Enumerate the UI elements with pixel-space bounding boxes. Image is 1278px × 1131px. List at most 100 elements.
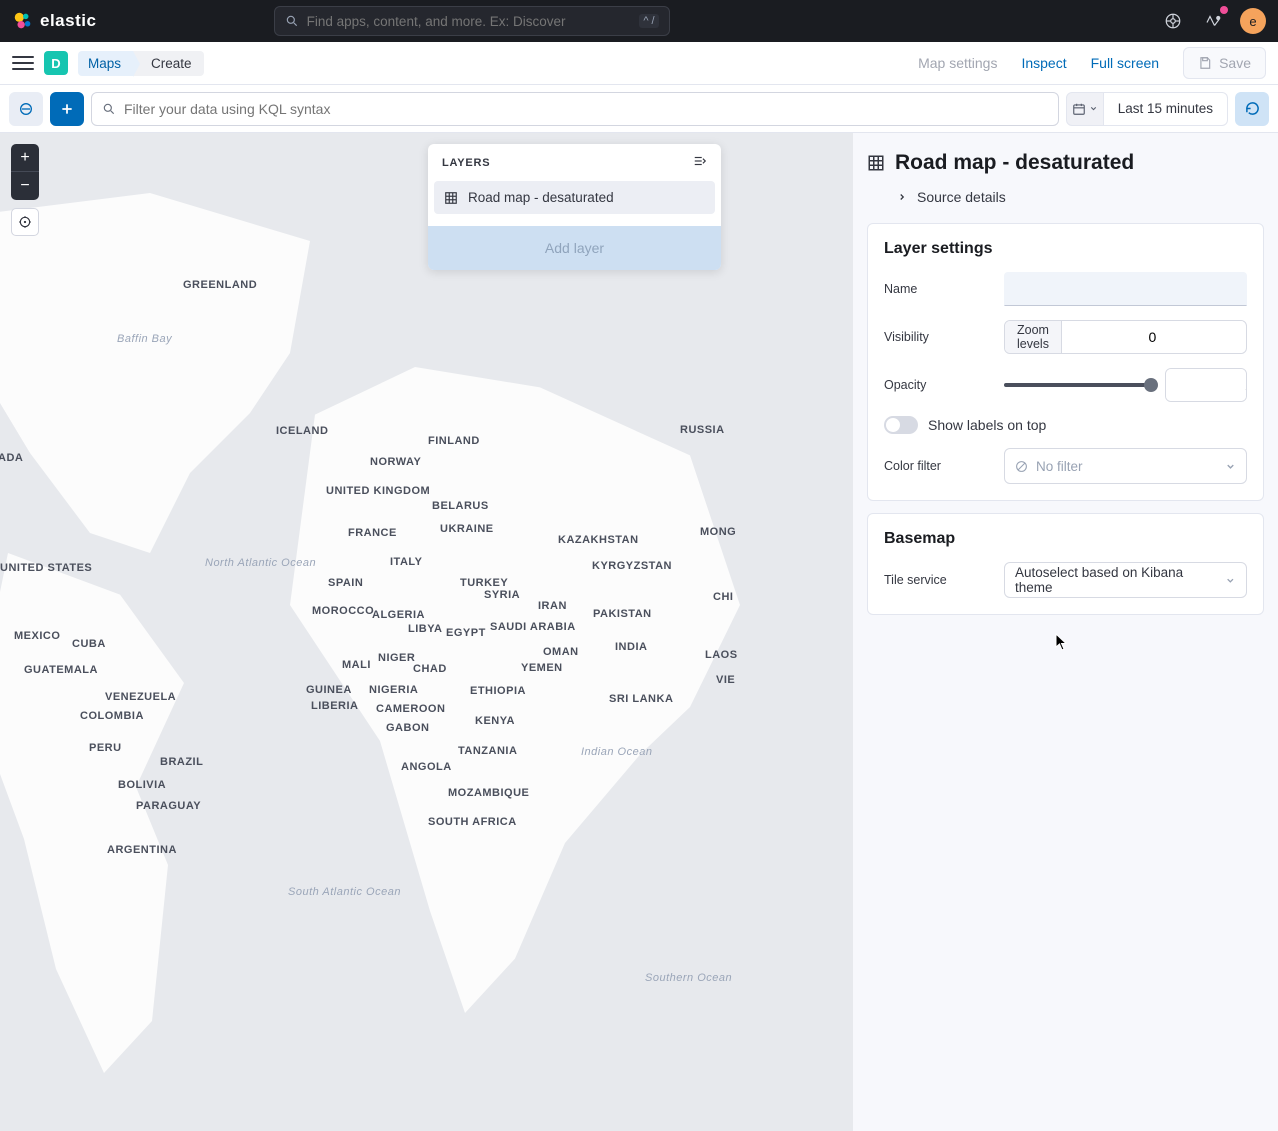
layer-item[interactable]: Road map - desaturated (434, 181, 715, 214)
opacity-input[interactable] (1166, 369, 1247, 401)
map-label: PAKISTAN (593, 608, 652, 621)
elastic-logo[interactable]: elastic (12, 10, 96, 32)
show-labels-toggle[interactable] (884, 416, 918, 434)
show-labels-row: Show labels on top (884, 416, 1247, 434)
show-labels-label: Show labels on top (928, 417, 1046, 433)
notification-dot (1220, 6, 1228, 14)
global-search-input[interactable] (307, 14, 632, 29)
refresh-button[interactable] (1235, 92, 1269, 126)
global-header: elastic ^ / e (0, 0, 1278, 42)
tile-service-row: Tile service Autoselect based on Kibana … (884, 562, 1247, 598)
zoom-min-input[interactable] (1062, 321, 1243, 353)
grid-icon (867, 154, 885, 172)
map-label: EGYPT (446, 627, 486, 640)
filter-menu-button[interactable] (9, 92, 43, 126)
map-label: RUSSIA (680, 424, 725, 437)
time-picker[interactable]: Last 15 minutes (1066, 92, 1228, 126)
map-label: North Atlantic Ocean (205, 557, 316, 570)
map-label: PARAGUAY (136, 800, 201, 813)
inspect-link[interactable]: Inspect (1021, 55, 1066, 71)
map-label: SAUDI ARABIA (490, 621, 576, 634)
zoom-in-button[interactable]: + (11, 144, 39, 172)
query-input-wrapper[interactable] (91, 92, 1059, 126)
opacity-slider[interactable] (1004, 383, 1155, 387)
layer-item-label: Road map - desaturated (468, 190, 614, 205)
help-icon[interactable] (1160, 8, 1186, 34)
global-search[interactable]: ^ / (274, 6, 670, 36)
map-label: SYRIA (484, 589, 520, 602)
name-row: Name (884, 272, 1247, 306)
map-label: Southern Ocean (645, 972, 732, 985)
chevron-down-icon (1225, 461, 1236, 472)
layers-panel-header: LAYERS (428, 144, 721, 181)
map-canvas[interactable]: GREENLAND Baffin Bay ADA ICELAND NORWAY … (0, 133, 853, 1131)
tile-service-value: Autoselect based on Kibana theme (1015, 565, 1217, 595)
map-label: UNITED KINGDOM (326, 485, 430, 498)
zoom-controls: + − (11, 144, 39, 236)
layers-panel-title: LAYERS (442, 157, 490, 169)
collapse-icon[interactable] (693, 154, 707, 171)
map-label: ALGERIA (372, 609, 425, 622)
map-label: FRANCE (348, 527, 397, 540)
user-avatar[interactable]: e (1240, 8, 1266, 34)
space-badge[interactable]: D (44, 51, 68, 75)
map-label: NIGERIA (369, 684, 418, 697)
map-label: KAZAKHSTAN (558, 534, 639, 547)
opacity-value-group: % (1165, 368, 1247, 402)
color-filter-select[interactable]: No filter (1004, 448, 1247, 484)
map-label: LIBERIA (311, 700, 359, 713)
save-button-label: Save (1219, 55, 1251, 71)
elastic-logo-icon (12, 10, 34, 32)
map-label: ETHIOPIA (470, 685, 526, 698)
map-label: MEXICO (14, 630, 60, 643)
basemap-card: Basemap Tile service Autoselect based on… (867, 513, 1264, 615)
search-icon (285, 14, 299, 28)
world-basemap: GREENLAND Baffin Bay ADA ICELAND NORWAY … (0, 133, 853, 1131)
map-label: Baffin Bay (117, 333, 172, 346)
map-label: CHI (713, 591, 733, 604)
full-screen-link[interactable]: Full screen (1091, 55, 1159, 71)
calendar-icon[interactable] (1066, 92, 1104, 126)
layer-name-input[interactable] (1004, 272, 1247, 306)
color-filter-label: Color filter (884, 459, 994, 473)
zoom-levels-group: Zoom levels → (1004, 320, 1247, 354)
add-filter-button[interactable] (50, 92, 84, 126)
map-label: YEMEN (521, 662, 563, 675)
zoom-levels-label: Zoom levels (1005, 321, 1062, 353)
map-label: MALI (342, 659, 371, 672)
zoom-out-button[interactable]: − (11, 172, 39, 200)
map-settings-link[interactable]: Map settings (918, 55, 997, 71)
source-details-toggle[interactable]: Source details (867, 185, 1264, 223)
map-label: LAOS (705, 649, 738, 662)
map-label: MOZAMBIQUE (448, 787, 529, 800)
map-label: IRAN (538, 600, 567, 613)
kql-input[interactable] (124, 101, 1048, 117)
layer-settings-flyout: Road map - desaturated Source details La… (853, 133, 1278, 1131)
layer-settings-heading: Layer settings (884, 240, 1247, 258)
fit-to-data-button[interactable] (11, 208, 39, 236)
map-label: GREENLAND (183, 279, 257, 292)
breadcrumb-app[interactable]: Maps (78, 51, 133, 76)
tile-service-select[interactable]: Autoselect based on Kibana theme (1004, 562, 1247, 598)
map-label: South Atlantic Ocean (288, 886, 401, 899)
search-shortcut: ^ / (639, 14, 658, 28)
navbar-actions: Map settings Inspect Full screen Save (918, 47, 1266, 79)
map-label: FINLAND (428, 435, 480, 448)
nav-toggle-icon[interactable] (12, 52, 34, 74)
layer-settings-card: Layer settings Name Visibility Zoom leve… (867, 223, 1264, 501)
map-label: ANGOLA (401, 761, 452, 774)
map-label: KENYA (475, 715, 515, 728)
opacity-label: Opacity (884, 378, 994, 392)
visibility-label: Visibility (884, 330, 994, 344)
map-label: KYRGYZSTAN (592, 560, 672, 573)
color-filter-value: No filter (1036, 459, 1083, 474)
map-label: ITALY (390, 556, 422, 569)
newsfeed-icon[interactable] (1200, 8, 1226, 34)
flyout-title: Road map - desaturated (895, 151, 1134, 175)
map-label: SOUTH AFRICA (428, 816, 517, 829)
map-label: BOLIVIA (118, 779, 166, 792)
slider-thumb[interactable] (1144, 378, 1158, 392)
chevron-right-icon (897, 192, 907, 202)
visibility-row: Visibility Zoom levels → (884, 320, 1247, 354)
time-range-label[interactable]: Last 15 minutes (1104, 92, 1228, 126)
